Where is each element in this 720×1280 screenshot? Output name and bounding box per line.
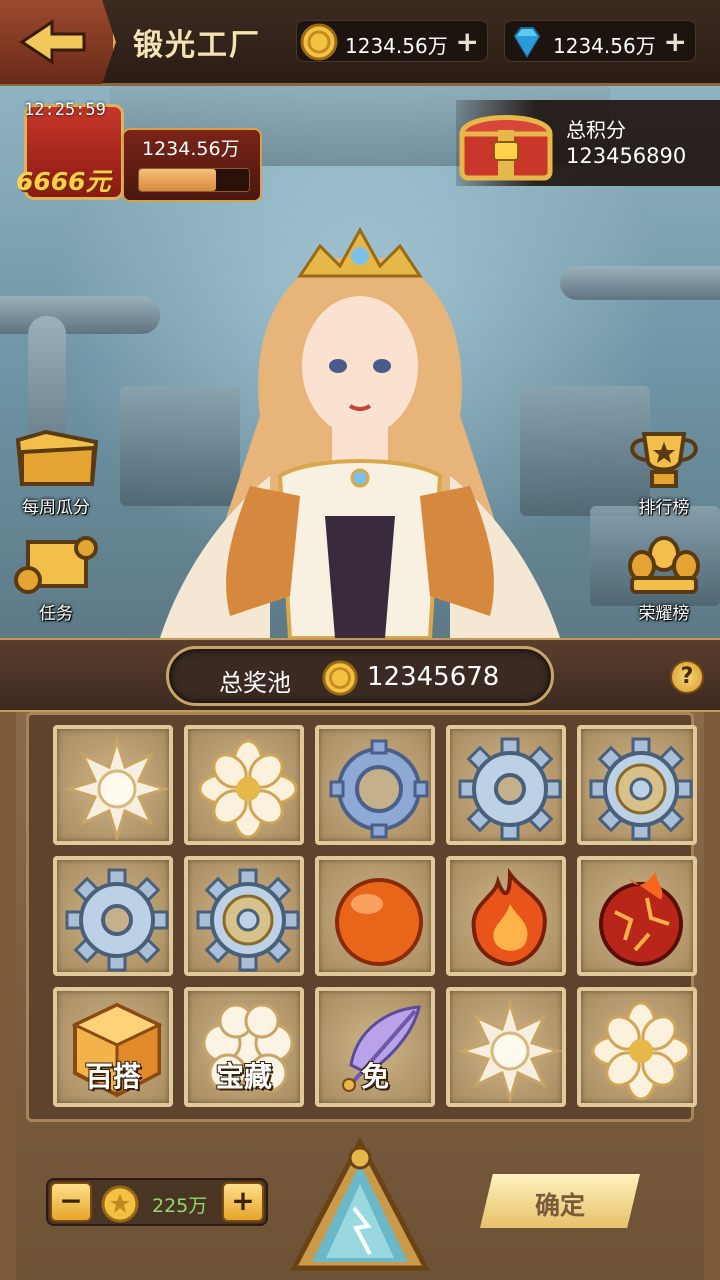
- weekly-share-button[interactable]: 每周瓜分: [6, 428, 106, 518]
- gold-amount: 1234.56万: [345, 34, 448, 58]
- grid-cell-tag: 百搭: [84, 1060, 141, 1093]
- grid-cell[interactable]: [577, 987, 697, 1107]
- trophy-icon: [630, 432, 698, 488]
- ranking-label: 排行榜: [638, 498, 690, 518]
- folder-coin-icon: [15, 429, 99, 486]
- gold-coin-icon: [300, 23, 338, 61]
- honor-board-button[interactable]: 荣耀榜: [614, 534, 714, 624]
- grid-cell[interactable]: [184, 856, 304, 976]
- ranking-button[interactable]: 排行榜: [614, 428, 714, 518]
- honor-board-label: 荣耀榜: [638, 604, 690, 624]
- progress-bar: [138, 168, 250, 192]
- white-lotus-gem-icon: [591, 1001, 691, 1101]
- gold-coin-icon: [322, 660, 358, 696]
- ornate-silver-gear-icon: [196, 868, 300, 972]
- confirm-button[interactable]: 确定: [480, 1174, 640, 1228]
- grid-cell-tag: 免: [360, 1060, 389, 1093]
- prize-pool-value: 12345678: [367, 662, 500, 692]
- podium-icon: [628, 536, 700, 594]
- diamond-icon: [513, 27, 541, 58]
- ornate-silver-gear-icon: [589, 737, 693, 841]
- back-button[interactable]: [0, 0, 116, 84]
- blue-ring-gear-icon: [329, 739, 429, 839]
- back-arrow-icon: [19, 19, 86, 65]
- weekly-share-label: 每周瓜分: [22, 498, 90, 518]
- lava-stone-icon: [599, 872, 683, 966]
- grid-cell[interactable]: 百搭: [53, 987, 173, 1107]
- gem-currency: 1234.56万 +: [504, 20, 696, 62]
- tasks-label: 任务: [39, 604, 73, 624]
- scroll-icon: [14, 536, 98, 594]
- progress-fill: [139, 169, 216, 191]
- event-reward-panel[interactable]: 12:25:59 6666元 1234.56万: [14, 98, 262, 202]
- white-sun-gem-icon: [458, 999, 562, 1103]
- grid-cell[interactable]: [315, 856, 435, 976]
- grid-cell[interactable]: [446, 725, 566, 845]
- top-bar: 锻光工厂 1234.56万 + 1234.56万 +: [0, 0, 720, 86]
- grid-cell[interactable]: [53, 856, 173, 976]
- help-button[interactable]: ?: [670, 660, 704, 694]
- gold-currency: 1234.56万 +: [296, 20, 488, 62]
- orange-orb-icon: [335, 878, 423, 966]
- prize-pool-label: 总奖池: [219, 669, 291, 697]
- page-title: 锻光工厂: [133, 28, 261, 63]
- decrease-bet-button[interactable]: −: [50, 1182, 92, 1222]
- pipe-decoration: [0, 296, 160, 334]
- confirm-label: 确定: [534, 1191, 585, 1220]
- grid-cell[interactable]: 宝藏: [184, 987, 304, 1107]
- progress-value: 1234.56万: [142, 138, 240, 160]
- total-score-panel[interactable]: 总积分 123456890: [456, 100, 720, 186]
- grid-cell[interactable]: [184, 725, 304, 845]
- tasks-button[interactable]: 任务: [6, 534, 106, 624]
- silver-gear-icon: [65, 868, 169, 972]
- item-grid: 百搭 宝藏 免: [26, 712, 697, 1122]
- grid-cell[interactable]: [446, 987, 566, 1107]
- grid-cell[interactable]: [53, 725, 173, 845]
- treasure-chest-icon: [459, 115, 553, 181]
- grid-cell[interactable]: 免: [315, 987, 435, 1107]
- reward-progress-panel: 1234.56万: [122, 128, 262, 202]
- prize-pool-bar: 总奖池 12345678 ?: [0, 638, 720, 712]
- bottom-controls: − 225万 + 确定: [0, 1138, 720, 1280]
- crystal-mirror-icon[interactable]: [276, 1138, 444, 1280]
- add-gem-button[interactable]: +: [664, 25, 687, 58]
- increase-bet-button[interactable]: +: [222, 1182, 264, 1222]
- grid-cell[interactable]: [577, 725, 697, 845]
- bet-amount: 225万: [152, 1195, 208, 1217]
- reward-money: 6666元: [16, 167, 111, 196]
- silver-gear-icon: [458, 737, 562, 841]
- score-label: 总积分: [566, 118, 626, 142]
- gold-coin-icon: [101, 1185, 139, 1223]
- grid-cell[interactable]: [446, 856, 566, 976]
- score-value: 123456890: [566, 144, 687, 168]
- grid-cell[interactable]: [577, 856, 697, 976]
- factory-scene: 12:25:59 6666元 1234.56万 总积分 123456890 每周…: [0, 86, 720, 638]
- white-sun-gem-icon: [65, 737, 169, 841]
- countdown-timer: 12:25:59: [24, 100, 106, 120]
- character-illustration: [160, 226, 560, 638]
- gem-amount: 1234.56万: [553, 34, 656, 58]
- grid-cell[interactable]: [315, 725, 435, 845]
- fire-crystal-icon: [471, 868, 547, 967]
- prize-pool-frame: 总奖池 12345678: [166, 646, 554, 706]
- add-gold-button[interactable]: +: [456, 25, 479, 58]
- bet-stepper: − 225万 +: [46, 1178, 268, 1226]
- white-lotus-gem-icon: [198, 739, 298, 839]
- grid-cell-tag: 宝藏: [215, 1060, 272, 1093]
- pipe-decoration: [560, 266, 720, 300]
